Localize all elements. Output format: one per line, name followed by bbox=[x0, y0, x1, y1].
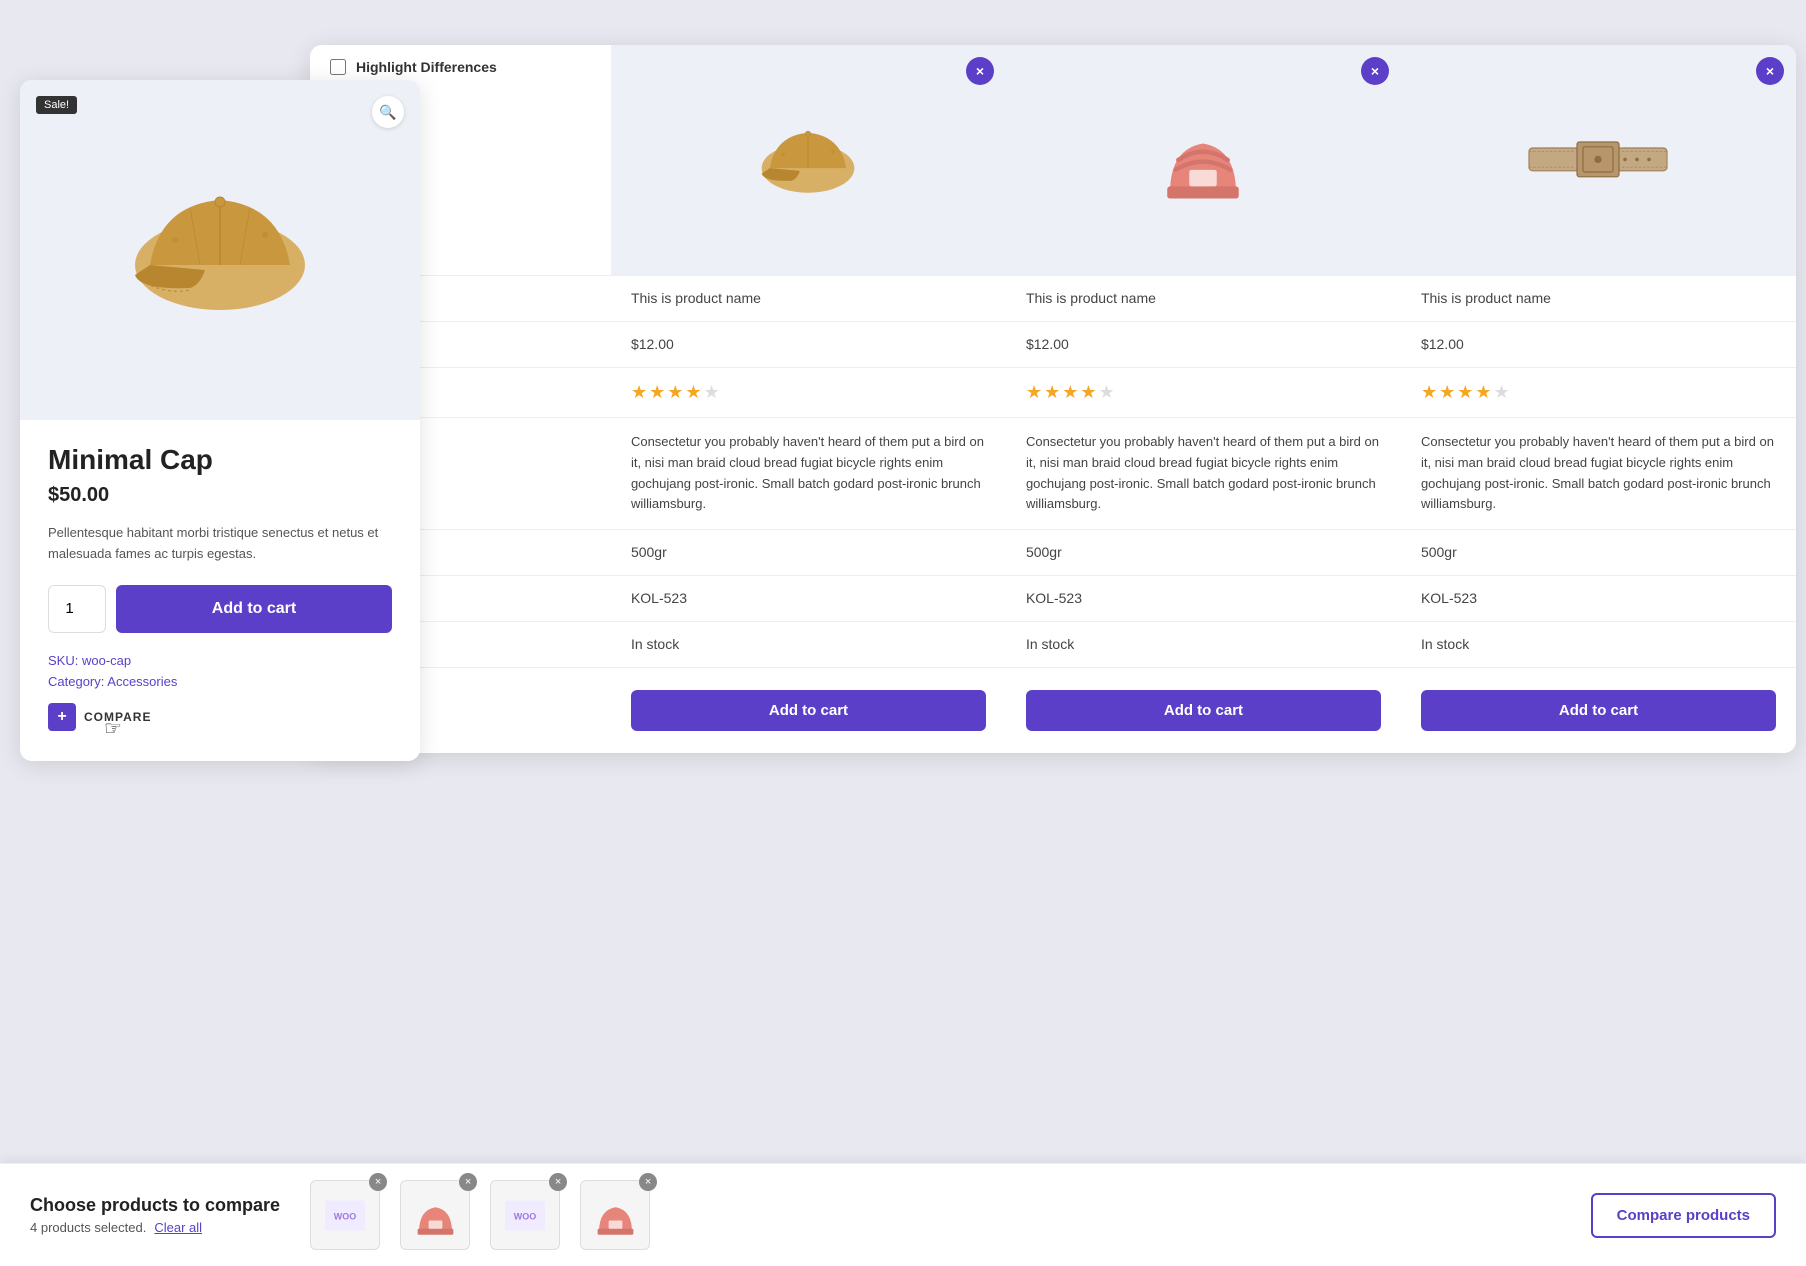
compare-button[interactable]: + COMPARE ☞ bbox=[48, 703, 392, 731]
availability-col-2: In stock bbox=[1006, 622, 1401, 668]
product-image-area: Sale! 🔍 bbox=[20, 80, 420, 420]
add-to-cart-row: Add to cart bbox=[48, 585, 392, 633]
thumb-remove-4[interactable]: × bbox=[639, 1173, 657, 1191]
availability-col-1: In stock bbox=[611, 622, 1006, 668]
cursor-icon: ☞ bbox=[104, 716, 122, 741]
weight-col-3: 500gr bbox=[1401, 530, 1796, 576]
name-col-2: This is product name bbox=[1006, 276, 1401, 322]
compare-thumbnail-1: × WOO bbox=[310, 1180, 380, 1250]
name-row: Name This is product name This is produc… bbox=[310, 276, 1796, 322]
thumb-remove-2[interactable]: × bbox=[459, 1173, 477, 1191]
rating-col-1: ★★★★★ bbox=[611, 368, 1006, 418]
compare-beanie-2 bbox=[1148, 100, 1258, 220]
sku-col-1: KOL-523 bbox=[611, 576, 1006, 622]
remove-product-1-button[interactable]: × bbox=[966, 57, 994, 85]
add-to-cart-col-3: Add to cart bbox=[1401, 668, 1796, 754]
stars-3: ★★★★★ bbox=[1421, 382, 1512, 402]
table-add-to-cart-button-1[interactable]: Add to cart bbox=[631, 690, 986, 731]
rating-col-3: ★★★★★ bbox=[1401, 368, 1796, 418]
availability-row: Availability In stock In stock In stock bbox=[310, 622, 1796, 668]
highlight-checkbox[interactable] bbox=[330, 59, 346, 75]
price-col-3: $12.00 bbox=[1401, 322, 1796, 368]
product-title: Minimal Cap bbox=[48, 444, 392, 476]
stars-1: ★★★★★ bbox=[631, 382, 722, 402]
compare-thumbnail-4: × bbox=[580, 1180, 650, 1250]
compare-bar-title: Choose products to compare bbox=[30, 1195, 280, 1216]
description-row: Description Consectetur you probably hav… bbox=[310, 418, 1796, 530]
desc-col-1: Consectetur you probably haven't heard o… bbox=[611, 418, 1006, 530]
compare-thumbnail-3: × WOO bbox=[490, 1180, 560, 1250]
availability-col-3: In stock bbox=[1401, 622, 1796, 668]
compare-belt-3 bbox=[1523, 120, 1673, 200]
woo-thumb-3: WOO bbox=[495, 1190, 555, 1240]
product-img-wrapper-2: × bbox=[1006, 45, 1401, 275]
compare-table: Highlight Differences × bbox=[310, 45, 1796, 753]
stars-2: ★★★★★ bbox=[1026, 382, 1117, 402]
add-to-cart-col-2: Add to cart bbox=[1006, 668, 1401, 754]
sku-col-3: KOL-523 bbox=[1401, 576, 1796, 622]
desc-col-3: Consectetur you probably haven't heard o… bbox=[1401, 418, 1796, 530]
woo-thumb-1: WOO bbox=[315, 1190, 375, 1240]
sale-badge: Sale! bbox=[36, 96, 77, 114]
product-image-cell-2: × bbox=[1006, 45, 1401, 276]
category-link[interactable]: Accessories bbox=[107, 674, 177, 689]
compare-bar: Choose products to compare 4 products se… bbox=[0, 1163, 1806, 1266]
quantity-input[interactable] bbox=[48, 585, 106, 633]
weight-col-1: 500gr bbox=[611, 530, 1006, 576]
product-image bbox=[110, 160, 330, 340]
name-col-1: This is product name bbox=[611, 276, 1006, 322]
price-col-2: $12.00 bbox=[1006, 322, 1401, 368]
desc-col-2: Consectetur you probably haven't heard o… bbox=[1006, 418, 1401, 530]
selected-count: 4 products selected. bbox=[30, 1220, 146, 1235]
table-add-to-cart-button-2[interactable]: Add to cart bbox=[1026, 690, 1381, 731]
product-images-row: Highlight Differences × bbox=[310, 45, 1796, 276]
product-sku: SKU: woo-cap bbox=[48, 653, 392, 668]
weight-row: Weight 500gr 500gr 500gr bbox=[310, 530, 1796, 576]
compare-products-button[interactable]: Compare products bbox=[1591, 1193, 1776, 1238]
clear-all-button[interactable]: Clear all bbox=[154, 1220, 202, 1235]
compare-bar-content: Choose products to compare 4 products se… bbox=[30, 1195, 290, 1235]
rating-col-2: ★★★★★ bbox=[1006, 368, 1401, 418]
zoom-icon[interactable]: 🔍 bbox=[372, 96, 404, 128]
product-card: Sale! 🔍 Minimal Cap $50.00 Pellentesque … bbox=[20, 80, 420, 761]
svg-text:WOO: WOO bbox=[334, 1211, 357, 1221]
product-description: Pellentesque habitant morbi tristique se… bbox=[48, 523, 392, 565]
add-to-cart-row: Add to cart Add to cart Add to cart bbox=[310, 668, 1796, 754]
price-col-1: $12.00 bbox=[611, 322, 1006, 368]
sku-row: SKU KOL-523 KOL-523 KOL-523 bbox=[310, 576, 1796, 622]
weight-col-2: 500gr bbox=[1006, 530, 1401, 576]
product-image-cell-3: × bbox=[1401, 45, 1796, 276]
compare-table-container: Highlight Differences × bbox=[310, 45, 1796, 753]
add-to-cart-button[interactable]: Add to cart bbox=[116, 585, 392, 633]
compare-cap-1 bbox=[748, 110, 868, 210]
price-row: Price $12.00 $12.00 $12.00 bbox=[310, 322, 1796, 368]
rating-row: Rating ★★★★★ ★★★★★ ★★★★★ bbox=[310, 368, 1796, 418]
compare-plus-icon: + bbox=[48, 703, 76, 731]
remove-product-2-button[interactable]: × bbox=[1361, 57, 1389, 85]
product-img-wrapper-3: × bbox=[1401, 45, 1796, 275]
thumb-remove-1[interactable]: × bbox=[369, 1173, 387, 1191]
highlight-label: Highlight Differences bbox=[356, 59, 497, 75]
add-to-cart-col-1: Add to cart bbox=[611, 668, 1006, 754]
table-add-to-cart-button-3[interactable]: Add to cart bbox=[1421, 690, 1776, 731]
name-col-3: This is product name bbox=[1401, 276, 1796, 322]
remove-product-3-button[interactable]: × bbox=[1756, 57, 1784, 85]
svg-text:WOO: WOO bbox=[514, 1211, 537, 1221]
compare-thumbnail-2: × bbox=[400, 1180, 470, 1250]
thumb-remove-3[interactable]: × bbox=[549, 1173, 567, 1191]
product-img-wrapper-1: × bbox=[611, 45, 1006, 275]
product-info: Minimal Cap $50.00 Pellentesque habitant… bbox=[20, 420, 420, 731]
product-image-cell-1: × bbox=[611, 45, 1006, 276]
sku-col-2: KOL-523 bbox=[1006, 576, 1401, 622]
product-category: Category: Accessories bbox=[48, 674, 392, 689]
product-price: $50.00 bbox=[48, 484, 392, 507]
